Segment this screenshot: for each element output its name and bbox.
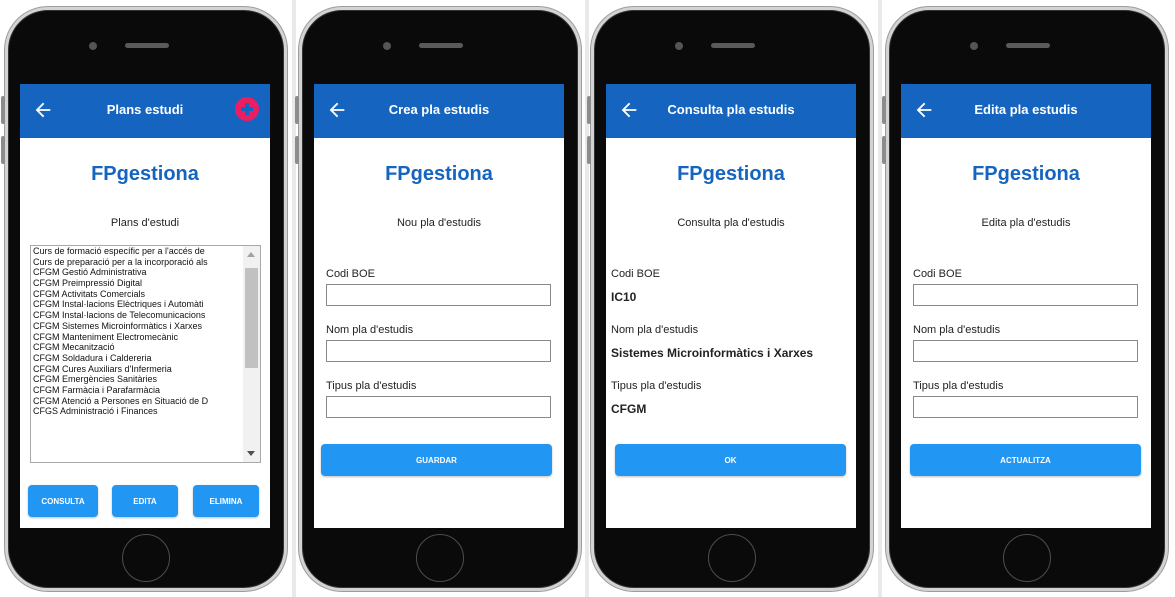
name-field[interactable] bbox=[913, 340, 1138, 362]
list-scrollbar[interactable] bbox=[243, 246, 260, 462]
home-button[interactable] bbox=[1003, 534, 1051, 582]
volume-button bbox=[882, 96, 886, 124]
page-title: Plans estudi bbox=[106, 102, 184, 117]
phone-consult: Consulta pla estudis FPgestiona Consulta… bbox=[587, 6, 874, 592]
type-label: Tipus pla d'estudis bbox=[611, 380, 702, 392]
code-field[interactable] bbox=[326, 284, 551, 306]
type-field[interactable] bbox=[326, 396, 551, 418]
scroll-thumb[interactable] bbox=[245, 268, 258, 368]
type-label: Tipus pla d'estudis bbox=[913, 380, 1004, 392]
volume-button bbox=[587, 136, 591, 164]
page-title: Consulta pla estudis bbox=[667, 102, 795, 117]
page-subtitle: Consulta pla d'estudis bbox=[677, 217, 785, 229]
name-field[interactable] bbox=[326, 340, 551, 362]
scroll-down-icon[interactable] bbox=[247, 451, 255, 456]
delete-button[interactable]: ELIMINA bbox=[193, 485, 259, 517]
list-item[interactable]: CFGM Soldadura i Caldereria bbox=[31, 353, 243, 364]
brand-name: FPgestiona bbox=[972, 163, 1080, 185]
code-label: Codi BOE bbox=[326, 268, 375, 280]
list-item[interactable]: CFGM Mecanització bbox=[31, 342, 243, 353]
scroll-up-icon[interactable] bbox=[247, 252, 255, 257]
name-value: Sistemes Microinformàtics i Xarxes bbox=[611, 346, 814, 360]
type-field[interactable] bbox=[913, 396, 1138, 418]
ok-button[interactable]: OK bbox=[615, 444, 846, 476]
mockup-stage: Plans estudi FPgestiona Plans d'estudi C… bbox=[0, 0, 1175, 597]
speaker bbox=[711, 43, 755, 48]
camera bbox=[89, 42, 97, 50]
phone-create: Crea pla estudis FPgestiona Nou pla d'es… bbox=[295, 6, 582, 592]
speaker bbox=[419, 43, 463, 48]
home-button[interactable] bbox=[122, 534, 170, 582]
page-subtitle: Plans d'estudi bbox=[110, 217, 180, 229]
list-item[interactable]: CFGS Administració i Finances bbox=[31, 406, 243, 417]
phone-edit: Edita pla estudis FPgestiona Edita pla d… bbox=[882, 6, 1169, 592]
camera bbox=[675, 42, 683, 50]
list-item[interactable]: CFGM Atenció a Persones en Situació de D bbox=[31, 396, 243, 407]
volume-button bbox=[1, 96, 5, 124]
volume-button bbox=[587, 96, 591, 124]
add-circle-icon[interactable] bbox=[234, 96, 260, 122]
list-item[interactable]: Curs de preparació per a la incorporació… bbox=[31, 257, 243, 268]
panel-divider bbox=[878, 0, 882, 597]
screen: Crea pla estudis FPgestiona Nou pla d'es… bbox=[314, 84, 564, 528]
camera bbox=[383, 42, 391, 50]
screen: Edita pla estudis FPgestiona Edita pla d… bbox=[901, 84, 1151, 528]
brand-name: FPgestiona bbox=[677, 163, 785, 185]
page-subtitle: Nou pla d'estudis bbox=[396, 217, 482, 229]
list-item[interactable]: CFGM Sistemes Microinformàtics i Xarxes bbox=[31, 321, 243, 332]
study-plans-list[interactable]: Curs de formació específic per a l'accés… bbox=[30, 245, 261, 463]
volume-button bbox=[295, 136, 299, 164]
volume-button bbox=[1, 136, 5, 164]
code-label: Codi BOE bbox=[913, 268, 962, 280]
page-title: Edita pla estudis bbox=[974, 102, 1078, 117]
name-label: Nom pla d'estudis bbox=[611, 324, 699, 336]
list-item[interactable]: Curs de formació específic per a l'accés… bbox=[31, 246, 243, 257]
app-bar: Plans estudi bbox=[20, 84, 270, 138]
consult-button[interactable]: CONSULTA bbox=[28, 485, 98, 517]
code-value: IC10 bbox=[611, 290, 637, 304]
camera bbox=[970, 42, 978, 50]
list-item[interactable]: CFGM Farmàcia i Parafarmàcia bbox=[31, 385, 243, 396]
volume-button bbox=[295, 96, 299, 124]
screen: Plans estudi FPgestiona Plans d'estudi C… bbox=[20, 84, 270, 528]
panel-divider bbox=[292, 0, 296, 597]
brand-name: FPgestiona bbox=[385, 163, 493, 185]
type-label: Tipus pla d'estudis bbox=[326, 380, 417, 392]
edit-button[interactable]: EDITA bbox=[112, 485, 178, 517]
name-label: Nom pla d'estudis bbox=[326, 324, 414, 336]
app-bar: Crea pla estudis bbox=[314, 84, 564, 138]
page-subtitle: Edita pla d'estudis bbox=[981, 217, 1071, 229]
save-button[interactable]: GUARDAR bbox=[321, 444, 552, 476]
page-title: Crea pla estudis bbox=[388, 102, 490, 117]
panel-divider bbox=[585, 0, 589, 597]
phone-list: Plans estudi FPgestiona Plans d'estudi C… bbox=[1, 6, 288, 592]
screen: Consulta pla estudis FPgestiona Consulta… bbox=[606, 84, 856, 528]
code-label: Codi BOE bbox=[611, 268, 660, 280]
app-bar: Consulta pla estudis bbox=[606, 84, 856, 138]
type-value: CFGM bbox=[611, 402, 647, 416]
list-item[interactable]: CFGM Instal·lacions Elèctriques i Automà… bbox=[31, 299, 243, 310]
brand-name: FPgestiona bbox=[91, 163, 199, 185]
home-button[interactable] bbox=[416, 534, 464, 582]
update-button[interactable]: ACTUALITZA bbox=[910, 444, 1141, 476]
speaker bbox=[125, 43, 169, 48]
code-field[interactable] bbox=[913, 284, 1138, 306]
list-item[interactable]: CFGM Instal·lacions de Telecomunicacions bbox=[31, 310, 243, 321]
name-label: Nom pla d'estudis bbox=[913, 324, 1001, 336]
list-item[interactable]: CFGM Activitats Comercials bbox=[31, 289, 243, 300]
list-item[interactable]: CFGM Preimpressió Digital bbox=[31, 278, 243, 289]
list-item[interactable]: CFGM Emergències Sanitàries bbox=[31, 374, 243, 385]
list-item[interactable]: CFGM Gestió Administrativa bbox=[31, 267, 243, 278]
list-items: Curs de formació específic per a l'accés… bbox=[31, 246, 260, 417]
home-button[interactable] bbox=[708, 534, 756, 582]
list-item[interactable]: CFGM Cures Auxiliars d'Infermeria bbox=[31, 364, 243, 375]
speaker bbox=[1006, 43, 1050, 48]
list-item[interactable]: CFGM Manteniment Electromecànic bbox=[31, 332, 243, 343]
app-bar: Edita pla estudis bbox=[901, 84, 1151, 138]
volume-button bbox=[882, 136, 886, 164]
